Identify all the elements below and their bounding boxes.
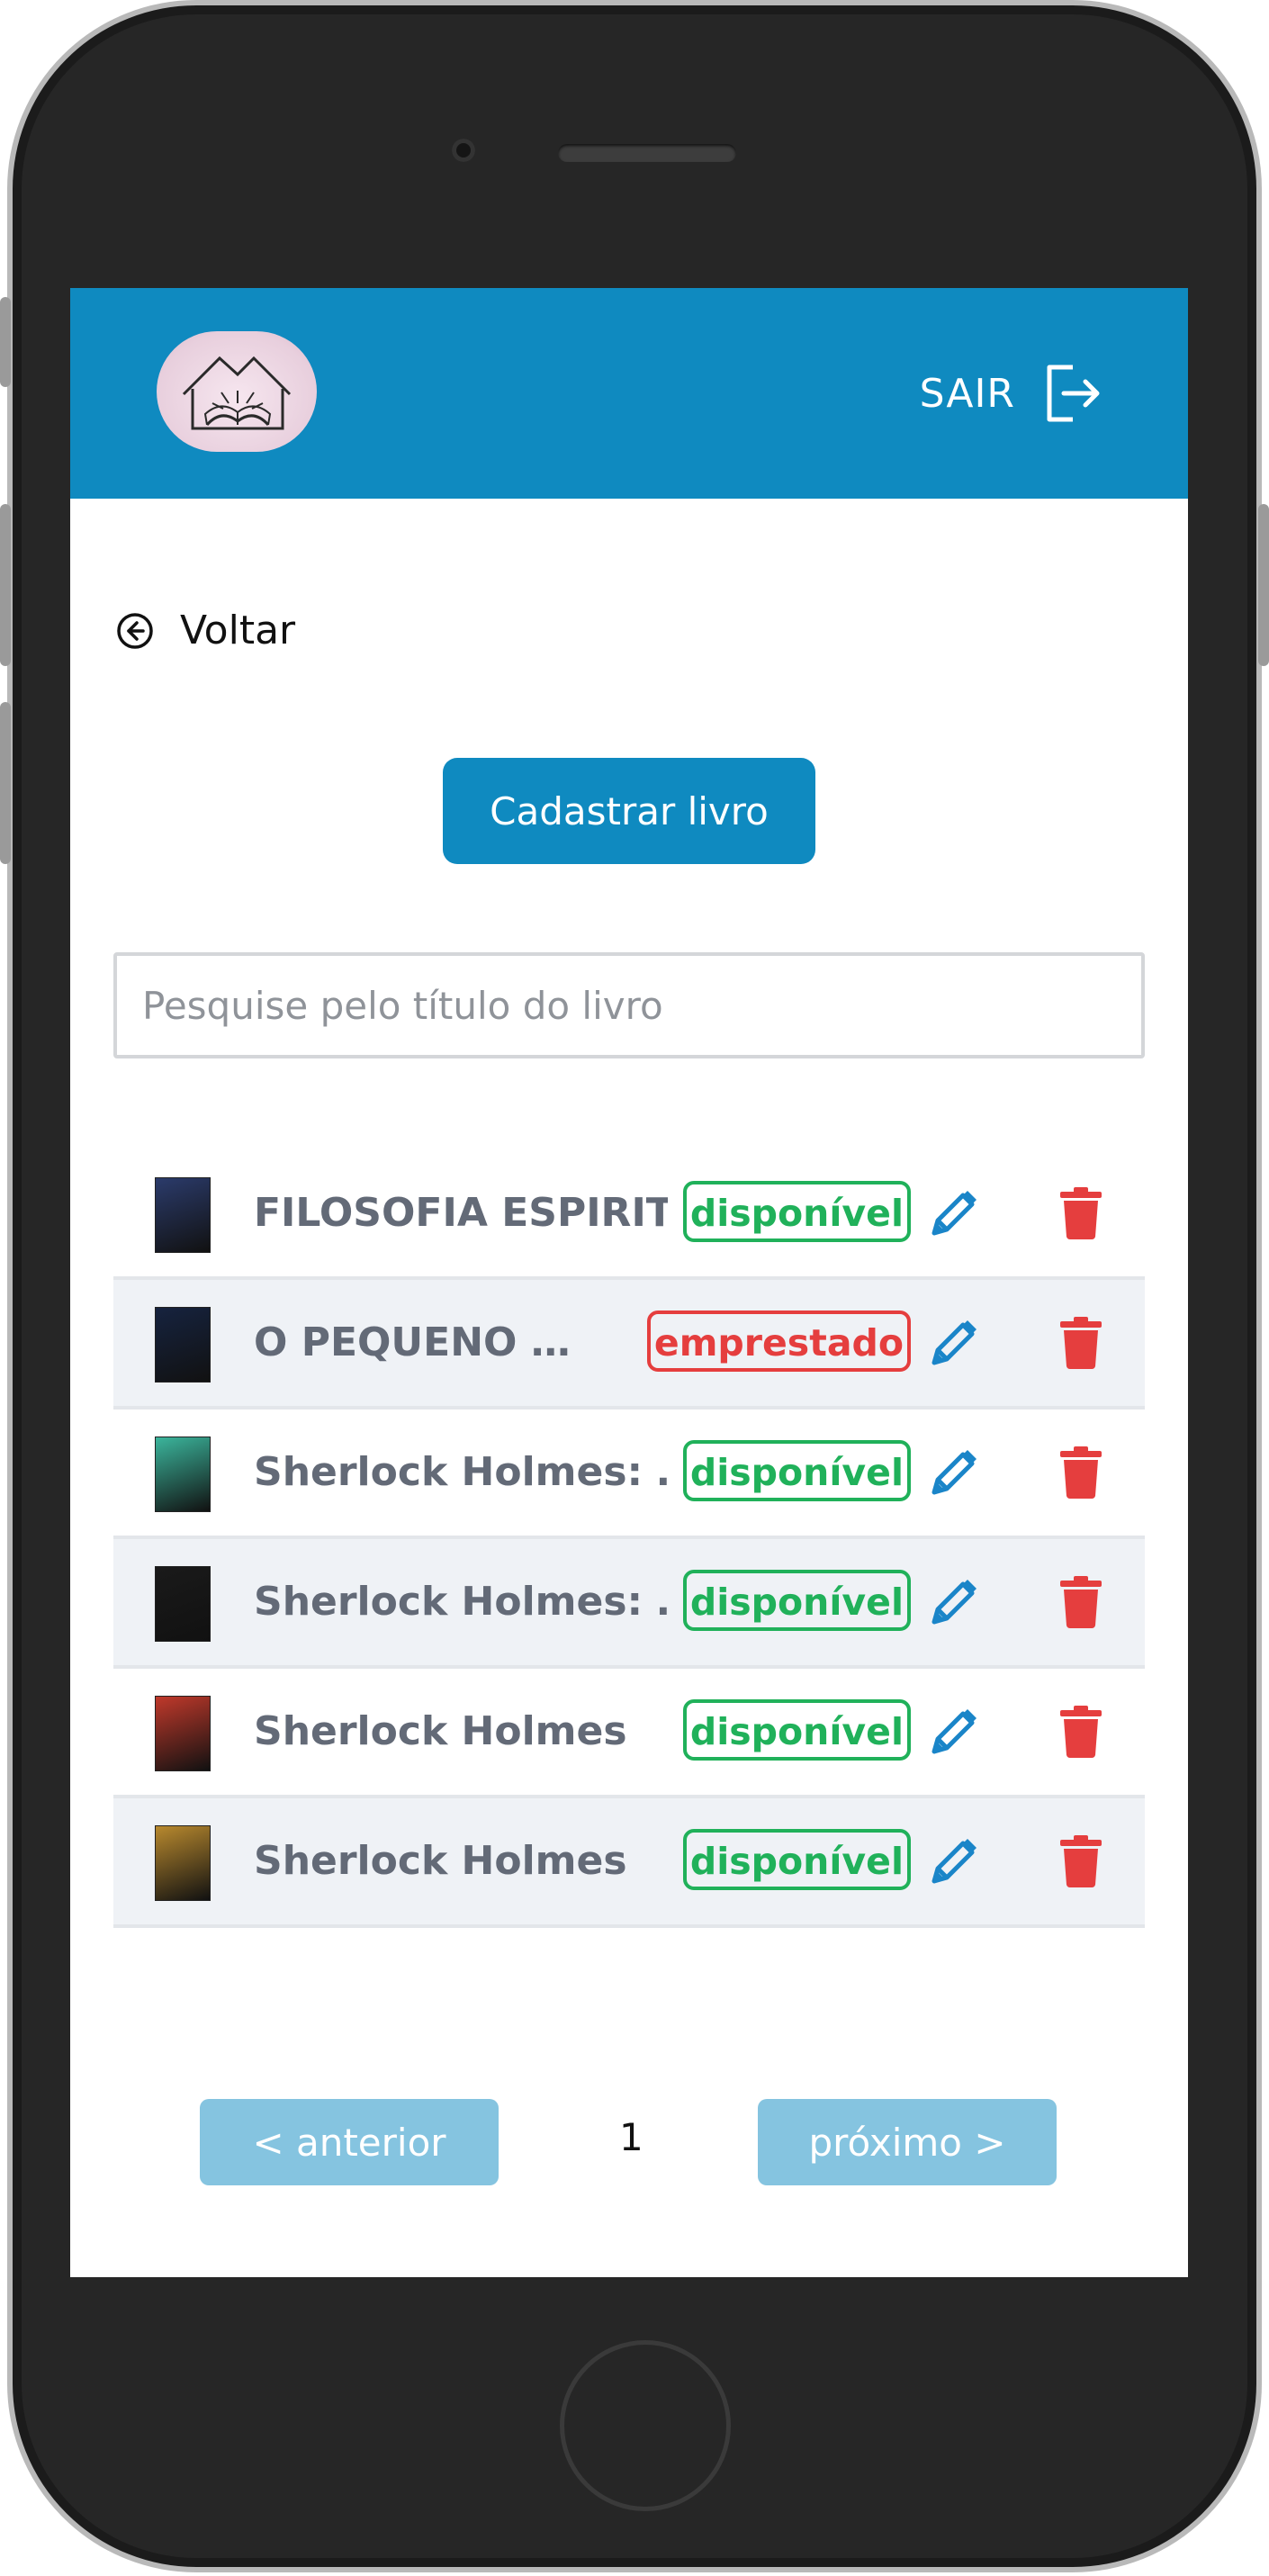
trash-icon (1060, 1317, 1102, 1369)
logout-icon (1047, 365, 1100, 422)
book-title: Sherlock Holmes (254, 1838, 627, 1884)
book-title: O PEQUENO … (254, 1320, 571, 1365)
book-row[interactable]: Sherlock Holmes disponível (113, 1669, 1145, 1798)
book-title: FILOSOFIA ESPIRIT… (254, 1190, 668, 1236)
volume-up-button (0, 504, 11, 666)
book-cover-image (155, 1566, 211, 1642)
book-title: Sherlock Holmes: … (254, 1449, 668, 1495)
open-book-house-icon (182, 356, 292, 430)
current-page-number: 1 (619, 2115, 644, 2159)
delete-book-button[interactable] (1058, 1446, 1103, 1500)
status-badge: disponível (682, 1699, 911, 1761)
delete-book-button[interactable] (1058, 1186, 1103, 1240)
pencil-icon (932, 1320, 976, 1365)
edit-book-button[interactable] (927, 1575, 981, 1629)
volume-down-button (0, 702, 11, 864)
status-badge: disponível (682, 1570, 911, 1631)
trash-icon (1060, 1446, 1102, 1499)
book-cover-image (155, 1307, 211, 1383)
pencil-icon (932, 1191, 976, 1236)
book-row[interactable]: Sherlock Holmes: … disponível (113, 1539, 1145, 1669)
delete-book-button[interactable] (1058, 1316, 1103, 1370)
book-cover-image (155, 1825, 211, 1901)
earpiece-speaker (558, 144, 736, 162)
library-logo[interactable] (157, 331, 317, 452)
home-button[interactable] (560, 2340, 731, 2511)
status-badge: disponível (682, 1829, 911, 1890)
pencil-icon (932, 1709, 976, 1754)
delete-book-button[interactable] (1058, 1575, 1103, 1629)
trash-icon (1060, 1706, 1102, 1758)
trash-icon (1060, 1835, 1102, 1887)
pagination: < anterior 1 próximo > (70, 2099, 1188, 2185)
delete-book-button[interactable] (1058, 1705, 1103, 1759)
status-badge: emprestado (646, 1311, 911, 1372)
book-row[interactable]: Sherlock Holmes disponível (113, 1798, 1145, 1928)
arrow-left-circle-icon (117, 612, 153, 649)
pencil-icon (932, 1580, 976, 1625)
book-row[interactable]: Sherlock Holmes: … disponível (113, 1410, 1145, 1539)
pencil-icon (932, 1450, 976, 1495)
delete-book-button[interactable] (1058, 1834, 1103, 1888)
trash-icon (1060, 1576, 1102, 1628)
book-cover-image (155, 1177, 211, 1253)
edit-book-button[interactable] (927, 1446, 981, 1500)
edit-book-button[interactable] (927, 1316, 981, 1370)
book-row[interactable]: FILOSOFIA ESPIRIT… disponível (113, 1150, 1145, 1280)
previous-page-button[interactable]: < anterior (200, 2099, 499, 2185)
app-header: SAIR (70, 288, 1188, 499)
search-input[interactable] (113, 952, 1145, 1058)
logout-button[interactable]: SAIR (920, 360, 1103, 427)
mute-switch (0, 297, 11, 387)
book-row[interactable]: O PEQUENO … emprestado (113, 1280, 1145, 1410)
edit-book-button[interactable] (927, 1186, 981, 1240)
logout-label: SAIR (919, 370, 1015, 417)
status-badge: disponível (682, 1440, 911, 1501)
book-cover-image (155, 1437, 211, 1512)
power-button (1258, 504, 1269, 666)
back-label: Voltar (180, 608, 296, 653)
trash-icon (1060, 1187, 1102, 1239)
back-link[interactable]: Voltar (115, 608, 295, 653)
next-page-button[interactable]: próximo > (758, 2099, 1057, 2185)
front-camera (452, 139, 475, 162)
pencil-icon (932, 1839, 976, 1884)
edit-book-button[interactable] (927, 1834, 981, 1888)
book-list: FILOSOFIA ESPIRIT… disponível O PEQUENO … e… (113, 1150, 1145, 1928)
app-screen: SAIR Voltar Cadastrar livro FILOSOFIA ES… (70, 288, 1188, 2277)
edit-book-button[interactable] (927, 1705, 981, 1759)
book-title: Sherlock Holmes (254, 1708, 627, 1754)
book-title: Sherlock Holmes: … (254, 1579, 668, 1625)
status-badge: disponível (682, 1181, 911, 1242)
register-book-button[interactable]: Cadastrar livro (443, 758, 815, 864)
book-cover-image (155, 1696, 211, 1771)
